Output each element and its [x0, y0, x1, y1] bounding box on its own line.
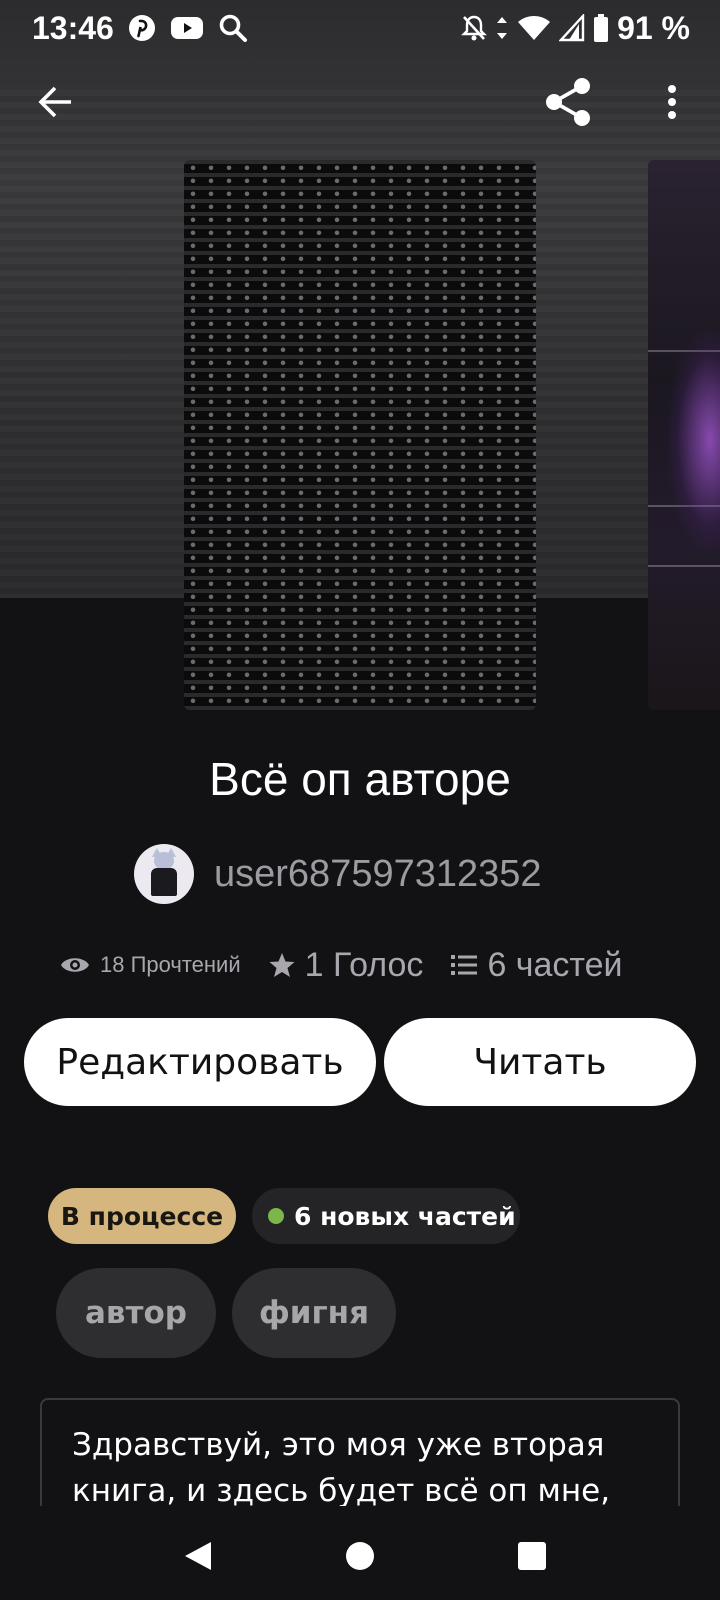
search-icon: [219, 14, 247, 42]
story-description[interactable]: Здравствуй, это моя уже вторая книга, и …: [40, 1398, 680, 1508]
cell-signal-icon: [559, 14, 585, 42]
nav-recents-square-icon: [518, 1542, 546, 1570]
cover-decor-line: [648, 565, 720, 567]
edit-button[interactable]: Редактировать: [24, 1018, 376, 1106]
nav-home-button[interactable]: [332, 1528, 388, 1584]
share-button[interactable]: [536, 70, 600, 134]
app-bar: [0, 60, 720, 146]
votes-stat: 1 Голос: [269, 945, 424, 985]
nav-back-triangle-icon: [185, 1542, 211, 1570]
nav-back-button[interactable]: [170, 1528, 226, 1584]
parts-count: 6 частей: [487, 945, 623, 984]
system-icons: 91 %: [461, 10, 690, 47]
author-name: user687597312352: [214, 852, 542, 895]
list-icon: [451, 955, 478, 975]
new-parts-label: 6 новых частей: [294, 1201, 516, 1231]
reads-stat: 18 Прочтений: [60, 952, 241, 978]
tag-chip[interactable]: автор: [56, 1268, 216, 1358]
mute-bell-icon: [461, 15, 487, 41]
new-dot-icon: [268, 1208, 284, 1224]
story-cover[interactable]: [184, 160, 536, 710]
votes-count: 1 Голос: [304, 945, 424, 984]
story-stats: 18 Прочтений 1 Голос 6 частей: [60, 940, 680, 990]
more-vertical-icon: [668, 85, 676, 119]
author-link[interactable]: user687597312352: [134, 842, 542, 906]
read-button[interactable]: Читать: [384, 1018, 696, 1106]
system-nav-bar: [0, 1506, 720, 1600]
arrow-left-icon: [38, 86, 71, 118]
wifi-icon: [518, 16, 551, 40]
new-parts-badge: 6 новых частей: [252, 1188, 520, 1244]
back-button[interactable]: [24, 70, 88, 134]
next-story-cover[interactable]: [648, 160, 720, 710]
share-icon: [546, 78, 590, 126]
reads-count: 18 Прочтений: [100, 952, 241, 977]
youtube-icon: [170, 17, 203, 39]
eye-icon: [61, 958, 89, 972]
data-arrows-icon: [497, 17, 508, 39]
status-time: 13:46: [32, 9, 114, 46]
more-options-button[interactable]: [640, 70, 704, 134]
story-title: Всё оп авторе: [209, 753, 511, 805]
avatar: [134, 844, 194, 904]
status-bar: 13:46 91 %: [0, 0, 720, 56]
pinterest-icon: [128, 15, 155, 41]
nav-home-circle-icon: [346, 1542, 374, 1570]
battery-percent: 91 %: [617, 9, 690, 46]
star-icon: [269, 953, 295, 977]
cover-glow: [668, 330, 720, 550]
battery-icon: [594, 14, 609, 42]
parts-stat: 6 частей: [451, 945, 623, 985]
status-badge: В процессе: [48, 1188, 236, 1244]
tag-chip[interactable]: фигня: [232, 1268, 396, 1358]
notification-icons: [128, 13, 248, 43]
nav-recents-button[interactable]: [504, 1528, 560, 1584]
